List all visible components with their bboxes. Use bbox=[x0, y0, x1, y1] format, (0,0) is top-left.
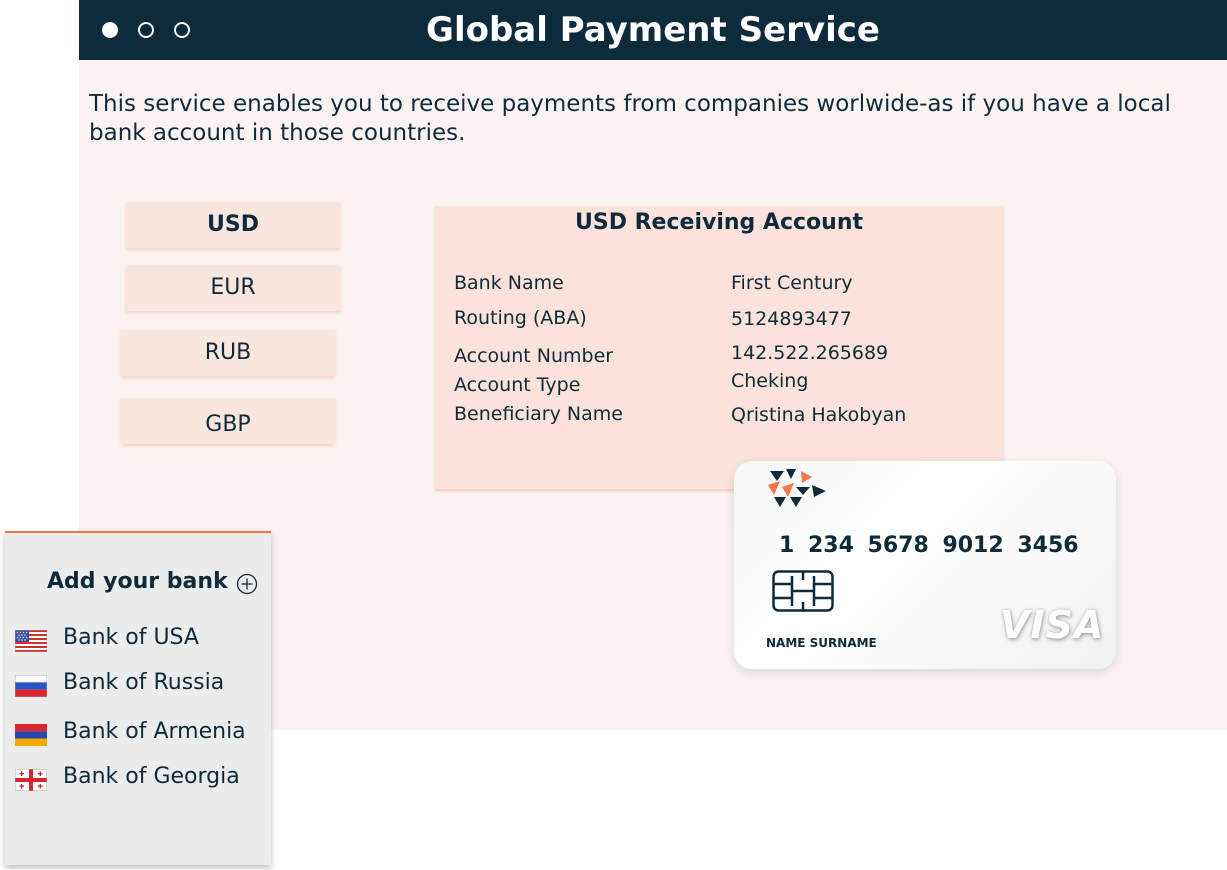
bank-item-armenia[interactable]: Bank of Armenia bbox=[15, 719, 271, 749]
payment-card: 1 234 5678 9012 3456 NAME SURNAME VISA bbox=[734, 461, 1116, 669]
bank-name-armenia: Bank of Armenia bbox=[63, 719, 246, 744]
title-bar: Global Payment Service bbox=[79, 0, 1227, 60]
field-value-account-type: Cheking bbox=[731, 370, 809, 392]
field-value-beneficiary: Qristina Hakobyan bbox=[731, 404, 907, 426]
currency-tab-gbp[interactable]: GBP bbox=[121, 398, 335, 444]
field-label-account-type: Account Type bbox=[454, 374, 581, 396]
account-title: USD Receiving Account bbox=[574, 210, 863, 235]
bank-name-russia: Bank of Russia bbox=[63, 670, 225, 695]
bank-name-usa: Bank of USA bbox=[63, 625, 199, 650]
field-value-bank-name: First Century bbox=[731, 272, 853, 294]
receiving-account-panel: USD Receiving Account Bank Name First Ce… bbox=[435, 206, 1003, 489]
visa-logo: VISA bbox=[1000, 603, 1105, 647]
triangles-logo-icon bbox=[768, 469, 826, 507]
card-holder-name: NAME SURNAME bbox=[766, 636, 877, 650]
add-bank-label[interactable]: Add your bank bbox=[47, 569, 228, 594]
bank-item-usa[interactable]: Bank of USA bbox=[15, 625, 271, 655]
currency-tab-rub[interactable]: RUB bbox=[121, 330, 335, 376]
page-title: Global Payment Service bbox=[426, 10, 880, 50]
us-flag-icon bbox=[15, 630, 47, 652]
field-label-beneficiary: Beneficiary Name bbox=[454, 403, 623, 425]
bank-panel: Add your bank Bank of USA Bank of Russia… bbox=[5, 531, 271, 865]
bank-name-georgia: Bank of Georgia bbox=[63, 764, 240, 789]
field-label-bank-name: Bank Name bbox=[454, 272, 564, 294]
intro-text: This service enables you to receive paym… bbox=[89, 91, 1171, 146]
currency-tab-eur[interactable]: EUR bbox=[126, 265, 340, 311]
currency-tab-usd[interactable]: USD bbox=[126, 202, 340, 248]
bank-item-georgia[interactable]: Bank of Georgia bbox=[15, 764, 271, 794]
field-value-account-number: 142.522.265689 bbox=[731, 342, 889, 364]
field-label-routing: Routing (ABA) bbox=[454, 307, 587, 329]
card-number: 1 234 5678 9012 3456 bbox=[779, 533, 1079, 558]
russia-flag-icon bbox=[15, 675, 47, 697]
bank-item-russia[interactable]: Bank of Russia bbox=[15, 670, 271, 700]
field-value-routing: 5124893477 bbox=[731, 308, 852, 330]
plus-circle-icon[interactable] bbox=[236, 573, 258, 595]
armenia-flag-icon bbox=[15, 724, 47, 746]
chip-icon bbox=[772, 570, 834, 612]
georgia-flag-icon bbox=[15, 769, 47, 791]
field-label-account-number: Account Number bbox=[454, 345, 614, 367]
